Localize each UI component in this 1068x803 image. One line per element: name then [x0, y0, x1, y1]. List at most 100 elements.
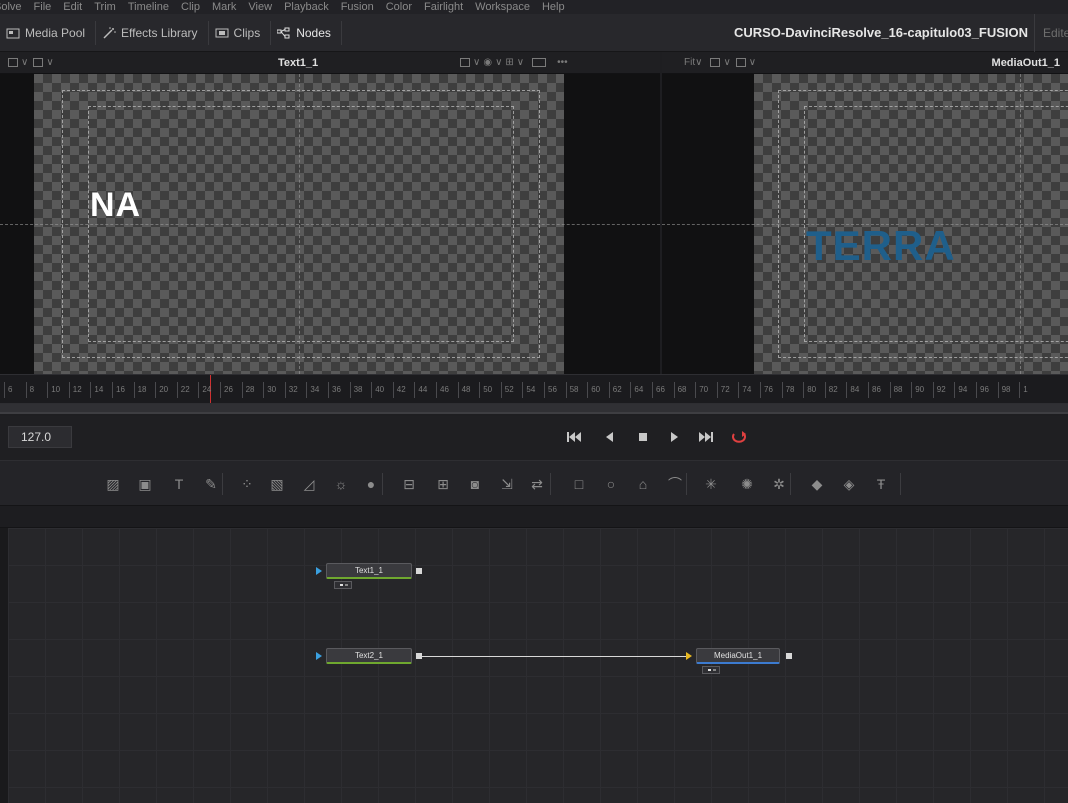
viewer-right-zoom[interactable]: Fit ∨	[684, 57, 702, 68]
stop-button[interactable]	[638, 428, 648, 446]
ruler-tick: 52	[500, 382, 514, 398]
node-editor-edge	[0, 528, 8, 803]
layout-icon	[710, 58, 721, 67]
node-text1[interactable]: Text1_1	[326, 563, 412, 579]
ruler-tick: 14	[90, 382, 103, 398]
ruler-tick: 86	[868, 382, 881, 398]
clips-button[interactable]: Clips	[209, 20, 272, 45]
mediaout-mask-port[interactable]	[702, 666, 720, 674]
center-guide-vertical	[1020, 74, 1021, 374]
tool-separator	[550, 473, 551, 495]
menu-item-fairlight[interactable]: Fairlight	[424, 0, 463, 14]
background-icon[interactable]: ▨	[104, 475, 122, 493]
text1-mask-port[interactable]	[334, 581, 352, 589]
menu-item-trim[interactable]: Trim	[94, 0, 116, 14]
menu-item-mark[interactable]: Mark	[212, 0, 236, 14]
transform-icon[interactable]: ⇄	[528, 475, 546, 493]
ruler-tick: 54	[522, 382, 535, 398]
menu-item-view[interactable]: View	[248, 0, 272, 14]
node-text2[interactable]: Text2_1	[326, 648, 412, 664]
menu-item-workspace[interactable]: Workspace	[475, 0, 530, 14]
brightness-icon[interactable]: ☼	[332, 475, 350, 493]
image-plane-icon[interactable]: ▣	[136, 475, 154, 493]
viewer-left[interactable]: NA	[0, 74, 660, 374]
renderer3d-icon[interactable]: ◈	[840, 475, 858, 493]
mediaout-input-icon[interactable]	[686, 652, 692, 660]
merge-icon[interactable]: ◙	[466, 475, 484, 493]
grid-warp-icon[interactable]: ▧	[268, 475, 286, 493]
mediaout-output-port[interactable]	[786, 653, 792, 659]
menu-item-clip[interactable]: Clip	[181, 0, 200, 14]
go-to-end-button[interactable]	[698, 428, 714, 446]
time-ruler[interactable]: 6 8 10 12 14 16 18 20 22 24 26 28 30 32 34 36 38 40 42 44 46…	[0, 374, 1068, 404]
node-connection[interactable]	[422, 656, 688, 657]
viewer-left-options[interactable]: ∨ ◉ ∨ ⊞ ∨ •••	[460, 57, 568, 68]
ruler-tick: 80	[803, 382, 816, 398]
more-icon: •••	[557, 57, 568, 68]
rectangle-mask-icon[interactable]: □	[570, 475, 588, 493]
node-mediaout[interactable]: MediaOut1_1	[696, 648, 780, 664]
menu-item-file[interactable]: File	[34, 0, 52, 14]
tool-separator	[686, 473, 687, 495]
effects-library-button[interactable]: Effects Library	[96, 20, 209, 45]
menu-item-edit[interactable]: Edit	[63, 0, 82, 14]
fusion-tool-strip: ▨ ▣ T ✎ ⁘ ▧ ◿ ☼ ● ⊟ ⊞ ◙ ⇲ ⇄ □ ○ ⌂ ⌒ ✳ ✺ ✲ ◆ ◈ Ŧ	[0, 460, 1068, 506]
viewer-right-layout-control[interactable]: ∨ ∨	[710, 57, 756, 68]
ruler-tick: 50	[479, 382, 492, 398]
play-reverse-icon	[606, 432, 613, 442]
menu-item-playback[interactable]: Playback	[284, 0, 329, 14]
polygon-icon[interactable]: ⌂	[634, 475, 652, 493]
ruler-tick: 72	[716, 382, 730, 398]
saver-icon[interactable]: ⊞	[434, 475, 452, 493]
particle-emitter-icon[interactable]: ✳	[702, 475, 720, 493]
ruler-tick: 88	[889, 382, 903, 398]
text-icon[interactable]: T	[170, 475, 188, 493]
paint-icon[interactable]: ✎	[202, 475, 220, 493]
menu-bar: Solve File Edit Trim Timeline Clip Mark …	[0, 0, 1068, 14]
ruler-tick: 66	[652, 382, 665, 398]
resize-icon[interactable]: ⇲	[498, 475, 516, 493]
nodes-button[interactable]: Nodes	[271, 20, 342, 45]
grid-icon: ⊞	[505, 57, 514, 68]
particle-render-icon[interactable]: ✺	[738, 475, 756, 493]
shape3d-icon[interactable]: ◆	[808, 475, 826, 493]
ruler-tick: 18	[133, 382, 147, 398]
loader-icon[interactable]: ⊟	[400, 475, 418, 493]
view-icon	[735, 58, 746, 67]
nodes-icon	[277, 27, 290, 38]
panel-divider[interactable]	[0, 404, 1068, 414]
text1-input-icon[interactable]	[316, 567, 322, 575]
media-pool-button[interactable]: Media Pool	[0, 20, 97, 45]
ruler-tick: 44	[414, 382, 427, 398]
menu-item-help[interactable]: Help	[542, 0, 565, 14]
ruler-tick: 78	[781, 382, 795, 398]
current-frame-field[interactable]: 127.0	[8, 426, 72, 448]
go-to-start-button[interactable]	[566, 428, 582, 446]
color-drop-icon[interactable]: ●	[362, 475, 380, 493]
text1-output-port[interactable]	[416, 568, 422, 574]
polygon-mask-icon[interactable]: ◿	[300, 475, 318, 493]
play-reverse-button[interactable]	[604, 428, 614, 446]
loop-button[interactable]	[730, 428, 748, 446]
ellipse-mask-icon[interactable]: ○	[602, 475, 620, 493]
viewer-left-text: NA	[90, 186, 142, 224]
play-forward-button[interactable]	[670, 428, 680, 446]
bspline-icon[interactable]: ⌒	[666, 475, 684, 493]
particle-mask-icon[interactable]: ✲	[770, 475, 788, 493]
viewer-left-layout-control[interactable]: ∨ ∨	[8, 57, 54, 68]
ruler-tick: 84	[846, 382, 859, 398]
menu-item-fusion[interactable]: Fusion	[341, 0, 374, 14]
text2-input-icon[interactable]	[316, 652, 322, 660]
menu-item-color[interactable]: Color	[386, 0, 412, 14]
text3d-icon[interactable]: Ŧ	[872, 475, 890, 493]
ruler-tick: 36	[328, 382, 341, 398]
particles-icon[interactable]: ⁘	[238, 475, 256, 493]
ruler-tick: 74	[738, 382, 751, 398]
node-editor[interactable]: Text1_1 Text2_1 MediaOut1_1	[8, 528, 1068, 803]
project-status: Edited	[1034, 14, 1068, 52]
viewer-right[interactable]: TERRA	[662, 74, 1068, 374]
menu-item-timeline[interactable]: Timeline	[128, 0, 169, 14]
media-pool-icon	[6, 28, 20, 38]
menu-item-solve[interactable]: Solve	[0, 0, 22, 14]
ruler-tick: 56	[544, 382, 557, 398]
